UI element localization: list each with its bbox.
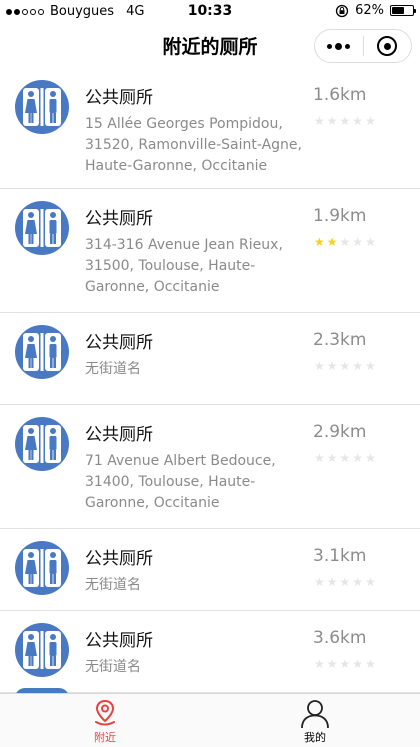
star-icon: ★: [352, 114, 364, 128]
mini-program-capsule: [314, 29, 412, 63]
toilet-name: 公共厕所: [85, 209, 153, 229]
toilet-distance: 2.3km: [313, 330, 367, 350]
star-icon: ★: [365, 575, 376, 589]
rating-stars: ★ ★ ★ ★ ★: [314, 115, 376, 127]
star-icon: ★: [314, 235, 325, 249]
star-icon: ★: [326, 359, 338, 373]
toilet-icon: [15, 325, 69, 379]
nav-bar: 附近的厕所: [0, 24, 420, 68]
star-icon: ★: [352, 575, 364, 589]
toilet-list: 公共厕所 15 Allée Georges Pompidou, 31520, Ra…: [0, 68, 420, 693]
star-icon: ★: [365, 235, 376, 249]
star-icon: ★: [365, 114, 376, 128]
toilet-distance: 1.9km: [313, 206, 367, 226]
star-icon: ★: [352, 235, 364, 249]
tab-mine[interactable]: 我的: [210, 694, 420, 747]
toilet-name: 公共厕所: [85, 88, 153, 108]
toilet-list-item[interactable]: 公共厕所 无街道名 3.6km ★ ★ ★ ★ ★: [0, 611, 420, 693]
status-right: 62%: [335, 3, 416, 18]
star-icon: ★: [314, 451, 325, 465]
toilet-list-item[interactable]: 公共厕所 314-316 Avenue Jean Rieux, 31500, To…: [0, 189, 420, 313]
toilet-distance: 3.1km: [313, 546, 367, 566]
tab-nearby[interactable]: 附近: [0, 694, 210, 747]
close-program-button[interactable]: [363, 30, 411, 62]
tab-nearby-label: 附近: [94, 731, 116, 744]
rating-stars: ★ ★ ★ ★ ★: [314, 360, 376, 372]
star-icon: ★: [314, 657, 325, 671]
star-icon: ★: [365, 657, 376, 671]
more-button[interactable]: [315, 30, 363, 62]
star-icon: ★: [339, 359, 351, 373]
star-icon: ★: [339, 657, 351, 671]
toilet-icon: [15, 201, 69, 255]
person-icon: [301, 700, 329, 728]
toilet-name: 公共厕所: [85, 549, 153, 569]
toilet-distance: 1.6km: [313, 85, 367, 105]
location-pin-icon: [95, 699, 115, 726]
star-icon: ★: [326, 235, 338, 249]
rating-stars: ★ ★ ★ ★ ★: [314, 236, 376, 248]
star-icon: ★: [339, 235, 351, 249]
star-icon: ★: [326, 575, 338, 589]
star-icon: ★: [339, 114, 351, 128]
star-icon: ★: [326, 657, 338, 671]
toilet-icon: [15, 417, 69, 471]
toilet-distance: 3.6km: [313, 628, 367, 648]
rating-stars: ★ ★ ★ ★ ★: [314, 658, 376, 670]
star-icon: ★: [314, 114, 325, 128]
star-icon: ★: [314, 359, 325, 373]
status-bar: Bouygues 4G 10:33 62%: [0, 0, 420, 24]
star-icon: ★: [365, 451, 376, 465]
star-icon: ★: [352, 451, 364, 465]
star-icon: ★: [352, 359, 364, 373]
tab-bar: 附近 我的: [0, 693, 420, 747]
star-icon: ★: [339, 575, 351, 589]
toilet-icon: [15, 80, 69, 134]
star-icon: ★: [352, 657, 364, 671]
toilet-address: 无街道名: [85, 577, 141, 593]
star-icon: ★: [326, 451, 338, 465]
toilet-list-item[interactable]: 公共厕所 71 Avenue Albert Bedouce, 31400, Tou…: [0, 405, 420, 529]
tab-mine-label: 我的: [304, 731, 326, 744]
toilet-address: 314-316 Avenue Jean Rieux, 31500, Toulou…: [85, 237, 283, 295]
toilet-list-item[interactable]: 公共厕所 无街道名 2.3km ★ ★ ★ ★ ★: [0, 313, 420, 405]
target-icon: [377, 36, 398, 56]
star-icon: ★: [314, 575, 325, 589]
toilet-address: 无街道名: [85, 361, 141, 377]
toilet-distance: 2.9km: [313, 422, 367, 442]
toilet-address: 15 Allée Georges Pompidou, 31520, Ramonv…: [85, 116, 302, 174]
star-icon: ★: [326, 114, 338, 128]
toilet-name: 公共厕所: [85, 631, 153, 651]
battery-percent: 62%: [355, 3, 384, 18]
star-icon: ★: [365, 359, 376, 373]
rating-stars: ★ ★ ★ ★ ★: [314, 576, 376, 588]
toilet-list-item[interactable]: 公共厕所 15 Allée Georges Pompidou, 31520, Ra…: [0, 68, 420, 189]
toilet-icon: [15, 623, 69, 677]
star-icon: ★: [339, 451, 351, 465]
toilet-name: 公共厕所: [85, 333, 153, 353]
orientation-lock-icon: [335, 4, 349, 17]
toilet-address: 71 Avenue Albert Bedouce, 31400, Toulous…: [85, 453, 276, 511]
toilet-list-item[interactable]: 公共厕所 无街道名 3.1km ★ ★ ★ ★ ★: [0, 529, 420, 611]
battery-icon: [390, 5, 416, 16]
toilet-icon: [15, 541, 69, 595]
toilet-address: 无街道名: [85, 659, 141, 675]
more-dots-icon: [327, 42, 351, 50]
toilet-name: 公共厕所: [85, 425, 153, 445]
rating-stars: ★ ★ ★ ★ ★: [314, 452, 376, 464]
